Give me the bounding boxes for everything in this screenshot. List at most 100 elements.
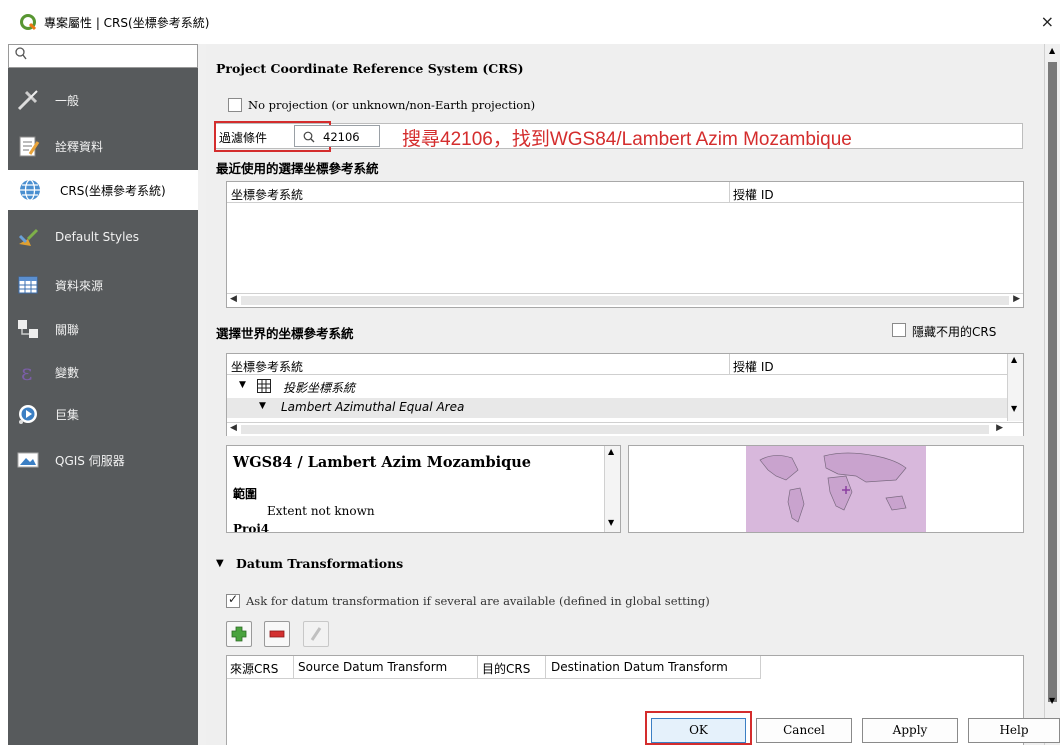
globe-icon bbox=[20, 179, 40, 201]
no-projection-checkbox[interactable] bbox=[228, 98, 242, 112]
tree-group-label: 投影坐標系統 bbox=[283, 381, 356, 395]
extent-heading: 範圍 bbox=[233, 487, 258, 501]
filter-input[interactable]: 42106 bbox=[294, 125, 380, 147]
crs-details-box: WGS84 / Lambert Azim Mozambique 範圍 Exten… bbox=[226, 445, 621, 533]
vertical-scrollbar[interactable]: ▲ ▼ bbox=[1007, 354, 1023, 421]
sidebar-item-label: CRS(坐標參考系統) bbox=[60, 184, 166, 198]
scroll-down-icon[interactable]: ▼ bbox=[1049, 696, 1055, 705]
add-transform-button[interactable] bbox=[226, 621, 252, 647]
svg-text:ε: ε bbox=[21, 361, 32, 384]
horizontal-scrollbar[interactable]: ◀ ▶ bbox=[227, 293, 1023, 307]
column-header-crs[interactable]: 坐標參考系統 bbox=[231, 186, 303, 203]
proj4-heading: Proj4 bbox=[233, 522, 270, 533]
ask-datum-checkbox[interactable]: ✓ bbox=[226, 592, 240, 608]
filter-value: 42106 bbox=[323, 130, 360, 144]
epsilon-icon: ε bbox=[21, 361, 32, 384]
world-map-icon bbox=[746, 446, 926, 532]
tree-child-label: Lambert Azimuthal Equal Area bbox=[281, 400, 465, 414]
tools-icon bbox=[17, 90, 38, 111]
sidebar-item-crs[interactable]: CRS(坐標參考系統) bbox=[8, 170, 198, 210]
column-header-source-transform[interactable]: Source Datum Transform bbox=[298, 660, 447, 674]
macro-icon bbox=[19, 405, 37, 424]
title-bar: 專案屬性 | CRS(坐標參考系統) × bbox=[0, 0, 1060, 44]
sidebar-item-qgis-server[interactable]: QGIS 伺服器 bbox=[8, 440, 198, 480]
crs-panel: Project Coordinate Reference System (CRS… bbox=[206, 44, 1044, 745]
sidebar-search-input[interactable] bbox=[8, 44, 198, 68]
crs-extent-map bbox=[628, 445, 1024, 533]
minus-icon bbox=[269, 630, 285, 638]
scroll-left-icon[interactable]: ◀ bbox=[230, 423, 237, 433]
recent-crs-title: 最近使用的選擇坐標參考系統 bbox=[216, 161, 379, 176]
panel-vertical-scrollbar[interactable]: ▲ ▼ bbox=[1044, 44, 1060, 745]
world-crs-title: 選擇世界的坐標參考系統 bbox=[216, 326, 354, 341]
datum-section-title: Datum Transformations bbox=[236, 556, 404, 571]
column-header-auth-id[interactable]: 授權 ID bbox=[733, 186, 774, 203]
table-header: 來源CRS Source Datum Transform 目的CRS Desti… bbox=[227, 656, 761, 679]
extent-text: Extent not known bbox=[267, 504, 375, 518]
grid-icon bbox=[257, 379, 271, 393]
search-icon bbox=[15, 47, 27, 64]
section-title-crs: Project Coordinate Reference System (CRS… bbox=[216, 61, 524, 76]
scroll-left-icon[interactable]: ◀ bbox=[230, 294, 237, 304]
sidebar-item-label: 資料來源 bbox=[55, 279, 104, 293]
sidebar-item-label: 詮釋資料 bbox=[55, 140, 104, 154]
pencil-icon bbox=[310, 627, 322, 641]
sidebar-item-relations[interactable]: 關聯 bbox=[8, 309, 198, 349]
sidebar-item-variables[interactable]: ε 變數 bbox=[8, 352, 198, 392]
sidebar-item-data-sources[interactable]: 資料來源 bbox=[8, 265, 198, 305]
metadata-icon bbox=[19, 136, 40, 157]
scroll-up-icon[interactable]: ▲ bbox=[1011, 355, 1017, 364]
close-icon[interactable]: × bbox=[1041, 12, 1054, 31]
check-icon: ✓ bbox=[228, 592, 239, 606]
ok-button[interactable]: OK bbox=[651, 718, 746, 743]
annotation-text: 搜尋42106，找到WGS84/Lambert Azim Mozambique bbox=[402, 129, 852, 150]
tree-row-projected[interactable]: ▼ 投影坐標系統 bbox=[227, 376, 1007, 398]
cancel-button[interactable]: Cancel bbox=[756, 718, 852, 743]
sidebar-item-general[interactable]: 一般 bbox=[8, 80, 198, 120]
sidebar-item-label: QGIS 伺服器 bbox=[55, 454, 125, 468]
hide-deprecated-label: 隱藏不用的CRS bbox=[912, 325, 997, 339]
expand-arrow-icon[interactable]: ▼ bbox=[259, 401, 266, 411]
scroll-thumb[interactable] bbox=[1048, 62, 1057, 702]
help-button[interactable]: Help bbox=[968, 718, 1060, 743]
brush-icon bbox=[18, 228, 39, 246]
tree-row-lambert[interactable]: ▼ Lambert Azimuthal Equal Area bbox=[227, 398, 1007, 418]
scroll-up-icon[interactable]: ▲ bbox=[608, 447, 614, 456]
search-icon bbox=[303, 131, 315, 143]
column-header-dest-crs[interactable]: 目的CRS bbox=[482, 660, 530, 677]
collapse-arrow-icon[interactable]: ▼ bbox=[216, 558, 224, 569]
world-crs-tree: 坐標參考系統 授權 ID ▼ 投影坐標系統 ▼ Lambert Azimutha… bbox=[226, 353, 1024, 436]
edit-transform-button[interactable] bbox=[303, 621, 329, 647]
column-header-dest-transform[interactable]: Destination Datum Transform bbox=[551, 660, 728, 674]
plus-icon bbox=[231, 626, 247, 642]
relations-icon bbox=[18, 320, 38, 338]
splitter-handle[interactable] bbox=[198, 44, 206, 745]
apply-button[interactable]: Apply bbox=[862, 718, 958, 743]
column-header-auth-id[interactable]: 授權 ID bbox=[733, 358, 774, 375]
selected-crs-name: WGS84 / Lambert Azim Mozambique bbox=[233, 454, 532, 471]
filter-label: 過濾條件 bbox=[219, 131, 268, 145]
sidebar-item-label: 關聯 bbox=[55, 323, 80, 337]
column-header-source-crs[interactable]: 來源CRS bbox=[230, 660, 278, 677]
table-header: 坐標參考系統 授權 ID bbox=[227, 354, 1007, 375]
sidebar-item-metadata[interactable]: 詮釋資料 bbox=[8, 126, 198, 166]
hide-deprecated-checkbox[interactable] bbox=[892, 323, 906, 337]
table-header: 坐標參考系統 授權 ID bbox=[227, 182, 1023, 203]
sidebar-item-macros[interactable]: 巨集 bbox=[8, 394, 198, 434]
scroll-down-icon[interactable]: ▼ bbox=[608, 518, 614, 527]
window-title: 專案屬性 | CRS(坐標參考系統) bbox=[44, 16, 210, 30]
sidebar-item-default-styles[interactable]: Default Styles bbox=[8, 218, 198, 258]
table-icon bbox=[18, 276, 38, 294]
scroll-down-icon[interactable]: ▼ bbox=[1011, 404, 1017, 413]
horizontal-scrollbar[interactable]: ◀ ▶ bbox=[227, 422, 1023, 436]
remove-transform-button[interactable] bbox=[264, 621, 290, 647]
ask-datum-label: Ask for datum transformation if several … bbox=[246, 594, 710, 608]
scroll-right-icon[interactable]: ▶ bbox=[1013, 294, 1020, 304]
expand-arrow-icon[interactable]: ▼ bbox=[239, 380, 246, 390]
recent-crs-table: 坐標參考系統 授權 ID ◀ ▶ bbox=[226, 181, 1024, 308]
scroll-up-icon[interactable]: ▲ bbox=[1049, 46, 1055, 55]
sidebar-item-label: 變數 bbox=[55, 366, 80, 380]
vertical-scrollbar[interactable]: ▲ ▼ bbox=[604, 446, 620, 532]
column-header-crs[interactable]: 坐標參考系統 bbox=[231, 358, 303, 375]
scroll-right-icon[interactable]: ▶ bbox=[996, 423, 1003, 433]
